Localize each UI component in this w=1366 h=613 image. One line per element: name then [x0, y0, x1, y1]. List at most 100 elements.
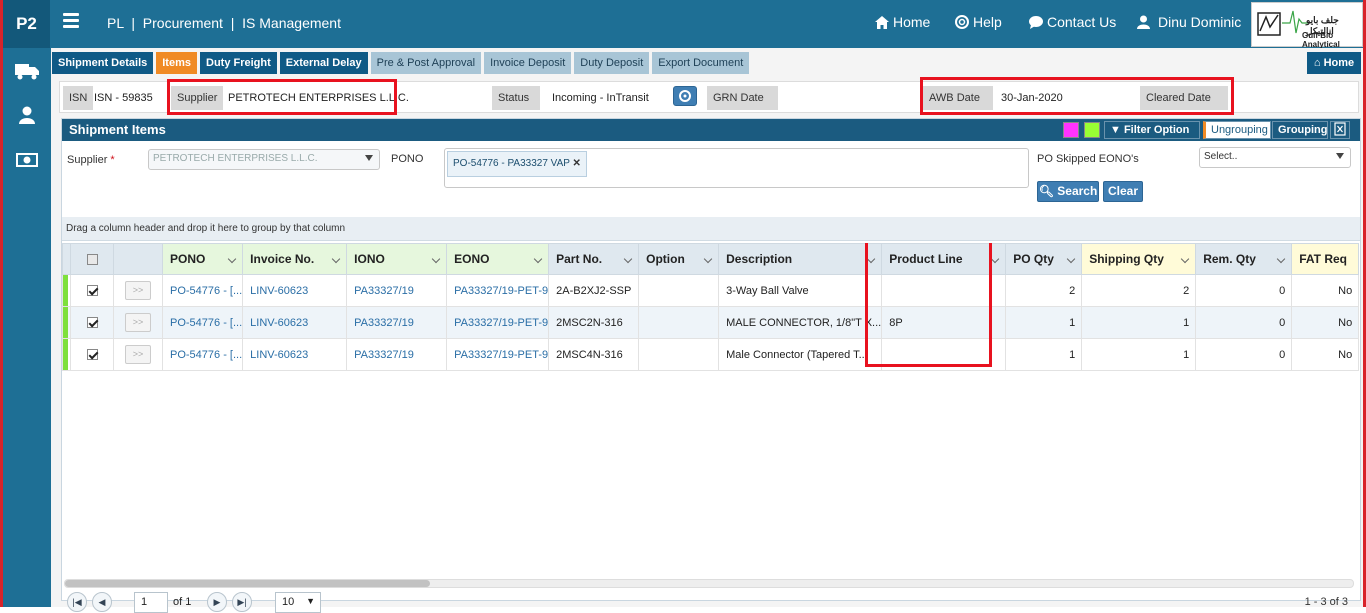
cell-description: MALE CONNECTOR, 1/8"T X... [718, 306, 883, 339]
cell-eono[interactable]: PA33327/19-PET-9 [446, 338, 550, 371]
pono-multiselect[interactable]: PO-54776 - PA33327 VAP ✕ [444, 148, 1029, 188]
row-expand-cell[interactable]: >> [113, 338, 163, 371]
tab-export-document[interactable]: Export Document [652, 52, 750, 74]
table-row[interactable]: >> PO-54776 - [... LINV-60623 PA33327/19… [62, 274, 1360, 307]
column-header-part-no[interactable]: Part No. [548, 243, 640, 275]
cell-eono[interactable]: PA33327/19-PET-9 [446, 274, 550, 307]
pager: |◀ ◀ 1 of 1 ▶ ▶| 10 ▼ 1 - 3 of 3 [62, 591, 1360, 613]
expand-row-button[interactable]: >> [125, 313, 151, 332]
group-by-drop-area[interactable]: Drag a column header and drop it here to… [62, 217, 1360, 241]
expand-row-button[interactable]: >> [125, 281, 151, 300]
search-button[interactable]: 🔍︎ Search [1037, 181, 1099, 202]
first-page-button[interactable]: |◀ [67, 592, 87, 612]
column-header-iono[interactable]: IONO [346, 243, 448, 275]
row-checkbox[interactable] [86, 317, 98, 329]
horizontal-scrollbar[interactable] [64, 579, 1354, 588]
column-header-description[interactable]: Description [718, 243, 883, 275]
user-icon[interactable] [15, 106, 39, 124]
table-row[interactable]: >> PO-54776 - [... LINV-60623 PA33327/19… [62, 338, 1360, 371]
row-expand-cell[interactable]: >> [113, 274, 163, 307]
user-name: Dinu Dominic [1158, 14, 1242, 30]
cell-pono[interactable]: PO-54776 - [... [161, 338, 244, 371]
row-checkbox[interactable] [86, 285, 98, 297]
cell-iono[interactable]: PA33327/19 [346, 306, 448, 339]
cell-invoice[interactable]: LINV-60623 [242, 306, 348, 339]
row-checkbox-cell[interactable] [70, 306, 114, 339]
cell-shipping-qty[interactable]: 2 [1081, 274, 1197, 307]
cell-iono[interactable]: PA33327/19 [346, 274, 448, 307]
cell-option [638, 274, 720, 307]
remove-tag-icon[interactable]: ✕ [573, 158, 581, 169]
cell-invoice[interactable]: LINV-60623 [242, 274, 348, 307]
cell-iono[interactable]: PA33327/19 [346, 338, 448, 371]
select-all-checkbox[interactable] [86, 254, 98, 266]
column-header-pono[interactable]: PONO [161, 243, 244, 275]
tab-duty-freight[interactable]: Duty Freight [200, 52, 277, 74]
truck-icon[interactable] [15, 62, 39, 80]
column-header-option[interactable]: Option [638, 243, 720, 275]
cell-shipping-qty[interactable]: 1 [1081, 338, 1197, 371]
column-header-rem-qty[interactable]: Rem. Qty [1195, 243, 1293, 275]
nav-home-label: Home [893, 14, 931, 30]
row-expand-cell[interactable]: >> [113, 306, 163, 339]
user-menu[interactable]: Dinu Dominic [1137, 14, 1241, 30]
tab-invoice-deposit[interactable]: Invoice Deposit [484, 52, 572, 74]
chevron-down-icon[interactable] [227, 254, 237, 264]
clear-button[interactable]: Clear [1103, 181, 1143, 202]
chevron-down-icon[interactable] [331, 254, 341, 264]
column-header-eono[interactable]: EONO [446, 243, 550, 275]
grouping-button[interactable]: Grouping [1272, 121, 1328, 139]
prev-page-button[interactable]: ◀ [92, 592, 112, 612]
nav-contact[interactable]: Contact Us [1029, 14, 1116, 30]
chevron-down-icon[interactable] [703, 254, 713, 264]
menu-icon[interactable] [63, 13, 79, 29]
nav-home[interactable]: Home [875, 14, 930, 30]
row-checkbox-cell[interactable] [70, 338, 114, 371]
column-header-po-qty[interactable]: PO Qty [1005, 243, 1083, 275]
cell-po-qty: 1 [1005, 338, 1083, 371]
chevron-down-icon[interactable] [431, 254, 441, 264]
supplier-select[interactable]: PETROTECH ENTERPRISES L.L.C. [148, 149, 380, 170]
column-header-shipping-qty[interactable]: Shipping Qty [1081, 243, 1197, 275]
cell-eono[interactable]: PA33327/19-PET-9 [446, 306, 550, 339]
cell-shipping-qty[interactable]: 1 [1081, 306, 1197, 339]
tab-pre-post-approval[interactable]: Pre & Post Approval [370, 52, 482, 74]
expand-row-button[interactable]: >> [125, 345, 151, 364]
status-refresh-button[interactable] [673, 86, 697, 106]
nav-help[interactable]: Help [955, 14, 1002, 30]
ungrouping-button[interactable]: Ungrouping [1203, 121, 1271, 139]
money-icon[interactable] [15, 151, 39, 169]
cell-pono[interactable]: PO-54776 - [... [161, 306, 244, 339]
chevron-down-icon[interactable] [623, 254, 633, 264]
color-swatch-magenta[interactable] [1063, 122, 1079, 138]
row-checkbox-cell[interactable] [70, 274, 114, 307]
table-row[interactable]: >> PO-54776 - [... LINV-60623 PA33327/19… [62, 306, 1360, 339]
scrollbar-thumb[interactable] [65, 580, 430, 587]
column-header-fat-req[interactable]: FAT Req [1291, 243, 1360, 275]
tab-duty-deposit[interactable]: Duty Deposit [574, 52, 650, 74]
cell-invoice[interactable]: LINV-60623 [242, 338, 348, 371]
tab-shipment-details[interactable]: Shipment Details [52, 52, 154, 74]
po-skipped-select[interactable]: Select.. [1199, 147, 1351, 168]
cell-fat-req: No [1291, 338, 1360, 371]
page-number-input[interactable]: 1 [134, 592, 168, 613]
cell-pono[interactable]: PO-54776 - [... [161, 274, 244, 307]
last-page-button[interactable]: ▶| [232, 592, 252, 612]
chevron-down-icon[interactable] [1066, 254, 1076, 264]
chevron-down-icon[interactable] [1180, 254, 1190, 264]
select-all-header[interactable] [70, 243, 114, 275]
home-button[interactable]: ⌂ Home [1307, 52, 1361, 74]
tab-external-delay[interactable]: External Delay [279, 52, 368, 74]
app-logo[interactable]: P2 [3, 0, 50, 48]
next-page-button[interactable]: ▶ [207, 592, 227, 612]
color-swatch-green[interactable] [1084, 122, 1100, 138]
filter-option-button[interactable]: ▼ Filter Option ▾ [1104, 121, 1200, 152]
row-checkbox[interactable] [86, 349, 98, 361]
tab-items[interactable]: Items [156, 52, 197, 74]
chevron-down-icon[interactable] [533, 254, 543, 264]
chevron-down-icon[interactable] [1276, 254, 1286, 264]
export-excel-button[interactable] [1330, 121, 1350, 139]
page-size-select[interactable]: 10 ▼ [275, 592, 321, 613]
column-header-invoice[interactable]: Invoice No. [242, 243, 348, 275]
chevron-down-icon[interactable] [990, 254, 1000, 264]
